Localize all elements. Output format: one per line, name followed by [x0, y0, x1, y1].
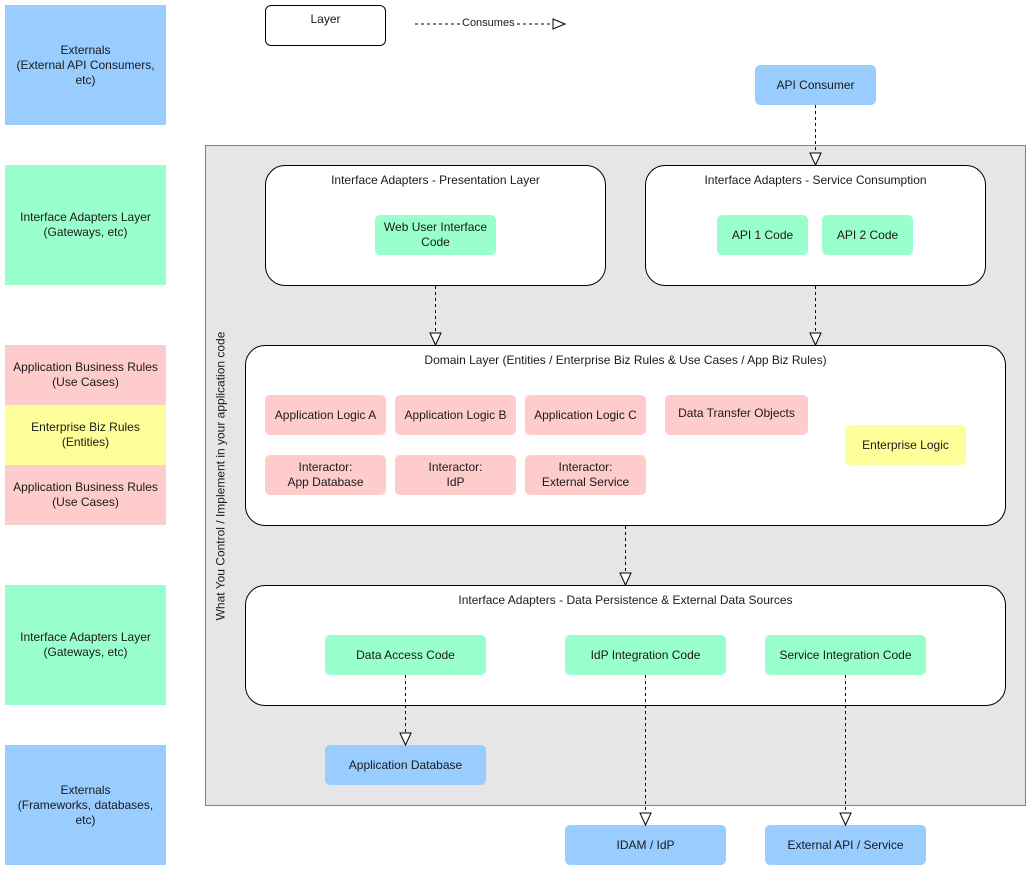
service-consumption-layer-title: Interface Adapters - Service Consumption — [704, 173, 927, 187]
app-logic-c-node[interactable]: Application Logic C — [525, 395, 646, 435]
app-logic-a-node[interactable]: Application Logic A — [265, 395, 386, 435]
idam-idp-label: IDAM / IdP — [616, 837, 675, 852]
app-logic-c-label: Application Logic C — [534, 407, 637, 422]
legend-enterprise-rules-label: Enterprise Biz Rules (Entities) — [31, 420, 140, 449]
legend-consumes-arrowhead — [552, 18, 567, 30]
application-database-node[interactable]: Application Database — [325, 745, 486, 785]
interactor-external-service-label: Interactor: External Service — [541, 460, 630, 489]
enterprise-logic-label: Enterprise Logic — [862, 437, 949, 452]
dto-label: Data Transfer Objects — [678, 406, 795, 420]
data-access-code-node[interactable]: Data Access Code — [325, 635, 486, 675]
legend-app-rules-top: Application Business Rules (Use Cases) — [5, 345, 166, 405]
api-consumer-node[interactable]: API Consumer — [755, 65, 876, 105]
container-vertical-label-text: What You Control / Implement in your app… — [213, 331, 227, 620]
interactor-idp-label: Interactor: IdP — [428, 460, 483, 489]
application-database-label: Application Database — [348, 757, 463, 772]
interactor-app-db-node[interactable]: Interactor: App Database — [265, 455, 386, 495]
web-ui-code-label: Web User Interface Code — [383, 220, 488, 249]
legend-enterprise-rules: Enterprise Biz Rules (Entities) — [5, 405, 166, 465]
legend-app-rules-bottom: Application Business Rules (Use Cases) — [5, 465, 166, 525]
container-vertical-label: What You Control / Implement in your app… — [205, 145, 235, 806]
arrowhead-external-api — [839, 812, 852, 827]
enterprise-logic-node[interactable]: Enterprise Logic — [845, 425, 966, 465]
service-integration-code-node[interactable]: Service Integration Code — [765, 635, 926, 675]
legend-externals-bottom-label: Externals (Frameworks, databases, etc) — [17, 782, 154, 827]
idp-integration-code-node[interactable]: IdP Integration Code — [565, 635, 726, 675]
domain-layer-title: Domain Layer (Entities / Enterprise Biz … — [424, 353, 827, 367]
interactor-app-db-label: Interactor: App Database — [287, 460, 364, 489]
service-consumption-layer: Interface Adapters - Service Consumption — [645, 165, 986, 286]
interactor-idp-node[interactable]: Interactor: IdP — [395, 455, 516, 495]
legend-adapters-top: Interface Adapters Layer (Gateways, etc) — [5, 165, 166, 285]
legend-adapters-bottom: Interface Adapters Layer (Gateways, etc) — [5, 585, 166, 705]
service-integration-code-label: Service Integration Code — [779, 647, 912, 662]
app-logic-b-label: Application Logic B — [404, 407, 507, 422]
external-api-service-label: External API / Service — [787, 837, 904, 852]
arrowhead-idam — [639, 812, 652, 827]
idp-integration-code-label: IdP Integration Code — [590, 647, 701, 662]
idam-idp-node[interactable]: IDAM / IdP — [565, 825, 726, 865]
legend-adapters-bottom-label: Interface Adapters Layer (Gateways, etc) — [20, 630, 151, 659]
api-1-code-node[interactable]: API 1 Code — [717, 215, 808, 255]
interactor-external-service-node[interactable]: Interactor: External Service — [525, 455, 646, 495]
data-access-code-label: Data Access Code — [356, 647, 455, 662]
dto-node[interactable]: Data Transfer Objects — [665, 395, 808, 435]
legend-externals-top-label: Externals (External API Consumers, etc) — [16, 42, 155, 87]
legend-app-rules-top-label: Application Business Rules (Use Cases) — [13, 360, 158, 389]
presentation-layer-title: Interface Adapters - Presentation Layer — [331, 173, 540, 187]
api-2-code-label: API 2 Code — [836, 227, 899, 242]
web-ui-code-node[interactable]: Web User Interface Code — [375, 215, 496, 255]
legend-externals-bottom: Externals (Frameworks, databases, etc) — [5, 745, 166, 865]
legend-app-rules-bottom-label: Application Business Rules (Use Cases) — [13, 480, 158, 509]
app-logic-a-label: Application Logic A — [274, 407, 377, 422]
api-consumer-label: API Consumer — [776, 77, 855, 92]
external-api-service-node[interactable]: External API / Service — [765, 825, 926, 865]
api-1-code-label: API 1 Code — [731, 227, 794, 242]
persistence-layer-title: Interface Adapters - Data Persistence & … — [458, 593, 793, 607]
legend-externals-top: Externals (External API Consumers, etc) — [5, 5, 166, 125]
legend-layer-label: Layer — [310, 12, 341, 26]
api-2-code-node[interactable]: API 2 Code — [822, 215, 913, 255]
legend-adapters-top-label: Interface Adapters Layer (Gateways, etc) — [20, 210, 151, 239]
legend-layer-shape: Layer — [265, 5, 386, 46]
legend-consumes-label: Consumes — [460, 17, 517, 29]
app-logic-b-node[interactable]: Application Logic B — [395, 395, 516, 435]
